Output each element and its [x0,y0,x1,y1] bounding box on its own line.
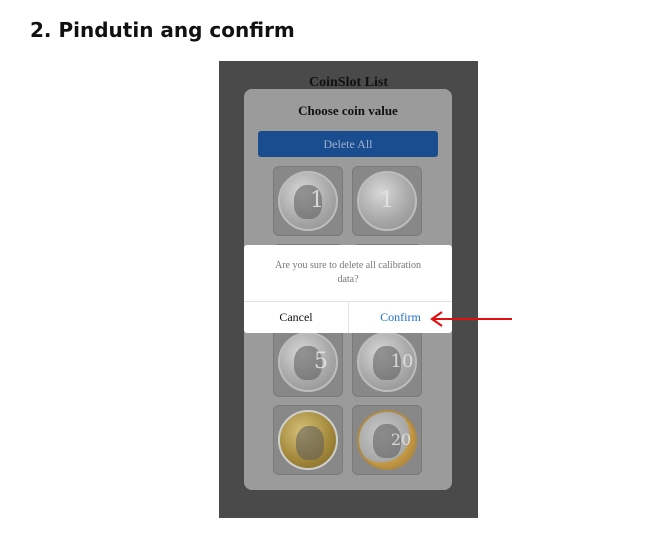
coin-tile[interactable]: 1 [352,166,422,236]
coin-icon: 10 [357,332,417,392]
coin-tile[interactable]: 5 [273,327,343,397]
coin-value-label: 1 [310,188,324,213]
coin-tile[interactable]: 1 [273,166,343,236]
coin-icon: 20 [357,410,417,470]
coin-value-label [280,412,336,468]
delete-all-button[interactable]: Delete All [258,131,438,157]
coin-tile[interactable] [273,405,343,475]
coin-tile[interactable]: 10 [352,327,422,397]
coin-icon: 1 [357,171,417,231]
coin-value-label: 1 [380,188,394,213]
coin-value-label: 5 [314,349,328,374]
instruction-title: 2. Pindutin ang confirm [30,18,295,42]
cancel-button[interactable]: Cancel [244,302,348,333]
coin-icon [278,410,338,470]
confirm-dialog: Are you sure to delete all calibration d… [244,245,452,333]
coin-icon: 5 [278,332,338,392]
sheet-title: Choose coin value [298,103,398,118]
coin-value-label: 20 [390,430,412,449]
coin-icon: 1 [278,171,338,231]
coin-tile[interactable]: 20 [352,405,422,475]
coin-value-label: 10 [390,351,414,372]
red-arrow-left-icon [430,311,512,327]
dialog-message: Are you sure to delete all calibration d… [274,260,422,285]
